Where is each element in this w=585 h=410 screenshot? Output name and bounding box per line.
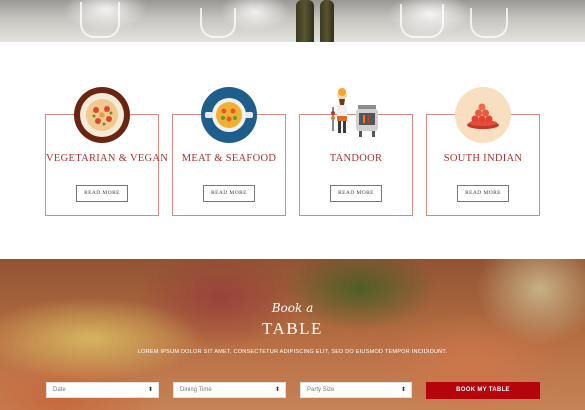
category-title: VEGETARIAN & VEGAN xyxy=(46,153,169,164)
vegetable-plate-icon xyxy=(74,87,130,143)
date-select-label: Date xyxy=(53,387,66,393)
wine-glass-image xyxy=(400,4,444,38)
category-card-vegetarian[interactable]: VEGETARIAN & VEGAN READ MORE xyxy=(45,87,169,216)
dining-time-select-label: Dining Time xyxy=(180,387,212,393)
date-select[interactable]: Date ⬍ xyxy=(46,382,159,398)
wine-glass-image xyxy=(80,2,120,38)
party-size-select[interactable]: Party Size ⬍ xyxy=(300,382,412,398)
category-card-south-indian[interactable]: SOUTH INDIAN READ MORE xyxy=(426,87,540,216)
read-more-button[interactable]: READ MORE xyxy=(76,185,128,202)
book-script-title: Book a xyxy=(271,301,314,315)
sweets-plate-icon xyxy=(455,87,511,143)
menu-categories-section: VEGETARIAN & VEGAN READ MORE MEAT & SEAF… xyxy=(0,42,585,259)
seafood-pan-icon xyxy=(201,87,257,143)
book-table-section: Book a TABLE LOREM IPSUM DOLOR SIT AMET,… xyxy=(0,259,585,410)
read-more-button[interactable]: READ MORE xyxy=(203,185,255,202)
wine-glass-image xyxy=(200,8,236,38)
hero-photo-strip xyxy=(0,0,585,42)
bottle-image xyxy=(320,0,334,42)
category-title: SOUTH INDIAN xyxy=(443,153,523,164)
read-more-button[interactable]: READ MORE xyxy=(457,185,509,202)
read-more-button[interactable]: READ MORE xyxy=(330,185,382,202)
book-my-table-button[interactable]: BOOK MY TABLE xyxy=(426,382,540,399)
category-card-tandoor[interactable]: TANDOOR READ MORE xyxy=(299,88,413,216)
bottle-image xyxy=(296,0,314,42)
dining-time-select[interactable]: Dining Time ⬍ xyxy=(173,382,286,398)
select-arrows-icon: ⬍ xyxy=(400,387,406,393)
wine-glass-image xyxy=(470,8,508,38)
select-arrows-icon: ⬍ xyxy=(147,387,153,393)
book-description: LOREM IPSUM DOLOR SIT AMET, CONSECTETUR … xyxy=(137,349,448,355)
category-card-meat-seafood[interactable]: MEAT & SEAFOOD READ MORE xyxy=(172,87,286,216)
category-title: TANDOOR xyxy=(329,153,383,164)
category-title: MEAT & SEAFOOD xyxy=(181,153,277,164)
book-title: TABLE xyxy=(262,319,323,338)
tandoor-chef-icon xyxy=(328,87,384,143)
select-arrows-icon: ⬍ xyxy=(274,387,280,393)
party-size-select-label: Party Size xyxy=(307,387,335,393)
